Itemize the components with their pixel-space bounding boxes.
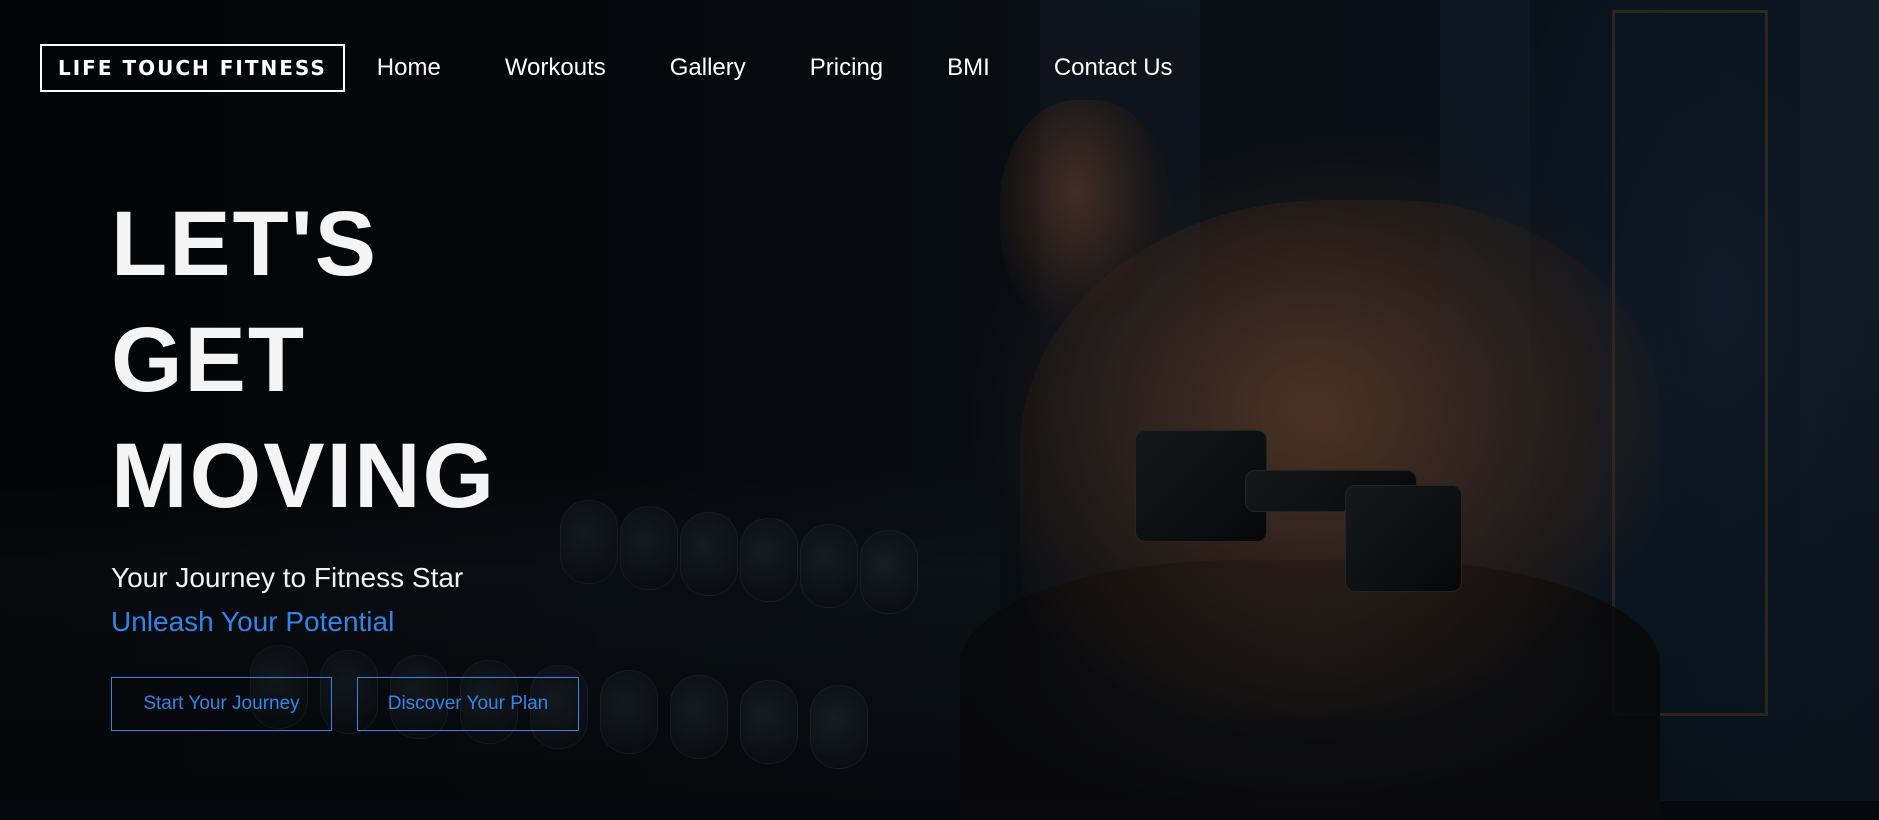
discover-plan-button[interactable]: Discover Your Plan [357, 677, 579, 731]
hero-title-line-1: LET'S [111, 193, 378, 295]
nav-item-gallery[interactable]: Gallery [670, 54, 746, 82]
nav-item-pricing[interactable]: Pricing [810, 54, 883, 82]
hero-title-line-3: MOVING [111, 425, 497, 527]
nav-item-workouts[interactable]: Workouts [505, 54, 606, 82]
hero-subtitle: Your Journey to Fitness Star [111, 562, 464, 593]
site-header: LIFE TOUCH FITNESS Home Workouts Gallery… [40, 44, 1173, 92]
brand-logo[interactable]: LIFE TOUCH FITNESS [40, 44, 345, 92]
start-journey-button[interactable]: Start Your Journey [111, 677, 332, 731]
nav-item-bmi[interactable]: BMI [947, 54, 990, 82]
hero-title-line-2: GET [111, 309, 307, 411]
nav-item-home[interactable]: Home [377, 54, 441, 82]
hero-cta-group: Start Your Journey Discover Your Plan [111, 677, 579, 731]
hero-tagline: Unleash Your Potential [111, 606, 395, 637]
hero-title: LET'S GET MOVING [111, 186, 496, 534]
nav-item-contact-us[interactable]: Contact Us [1054, 54, 1173, 82]
main-nav: Home Workouts Gallery Pricing BMI Contac… [377, 54, 1173, 82]
